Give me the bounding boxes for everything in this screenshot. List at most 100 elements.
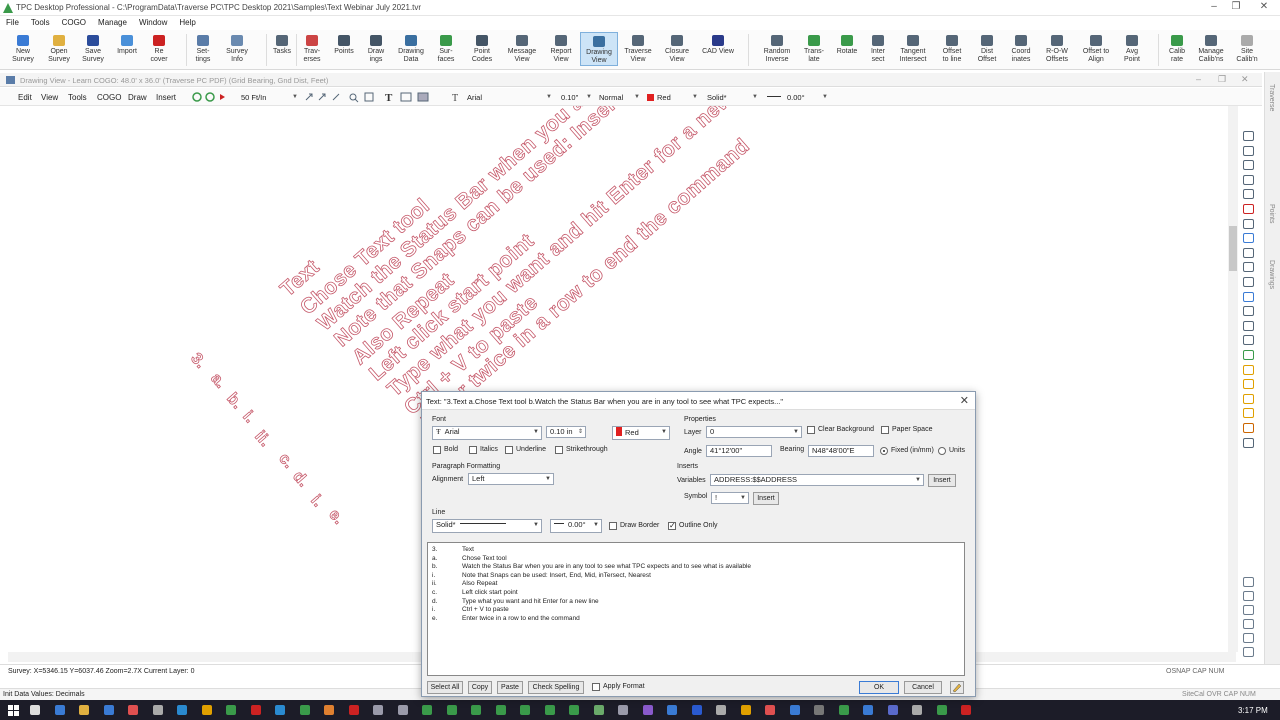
drawing-tool-icon[interactable] (1243, 423, 1254, 433)
apply-format-checkbox[interactable] (592, 683, 600, 691)
menu-manage[interactable]: Manage (92, 16, 133, 27)
variables-insert-button[interactable]: Insert (928, 474, 956, 487)
drawing-tool-icon[interactable] (1243, 277, 1254, 287)
ribbon-info-button[interactable]: Survey Info (222, 32, 252, 66)
dv-menu-tools[interactable]: Tools (68, 93, 87, 102)
snap-tool-icon[interactable] (1243, 619, 1254, 629)
ribbon-save-button[interactable]: Save Survey (78, 32, 108, 66)
taskbar-app-icon[interactable] (716, 705, 726, 715)
menu-file[interactable]: File (0, 16, 25, 27)
windows-start-icon[interactable] (8, 705, 19, 716)
ribbon-points-button[interactable]: Points (330, 32, 358, 66)
dv-menu-draw[interactable]: Draw (128, 93, 147, 102)
scale-select[interactable]: 50 Ft/In ▼ (238, 92, 300, 103)
vertical-scrollbar[interactable] (1228, 106, 1238, 652)
clear-background-checkbox[interactable] (807, 426, 815, 434)
symbol-insert-button[interactable]: Insert (753, 492, 779, 505)
drawing-tool-icon[interactable] (1243, 131, 1254, 141)
drawing-tool-icon[interactable] (1243, 335, 1254, 346)
ribbon-avg-point-button[interactable]: Avg Point (1118, 32, 1146, 66)
ribbon-traverse-view-button[interactable]: Traverse View (622, 32, 654, 66)
ribbon-site-calib-button[interactable]: Site Calib'n (1234, 32, 1260, 66)
menu-cogo[interactable]: COGO (56, 16, 92, 27)
ribbon-tasks-button[interactable]: Tasks (270, 32, 294, 66)
drawing-tool-icon[interactable] (1243, 233, 1254, 244)
ribbon-closure-view-button[interactable]: Closure View (660, 32, 694, 66)
ribbon-new-survey-button[interactable]: New Survey (6, 32, 40, 66)
ribbon-point-codes-button[interactable]: Point Codes (466, 32, 498, 66)
taskbar-app-icon[interactable] (495, 705, 506, 715)
taskbar-app-icon[interactable] (446, 705, 457, 715)
ribbon-drawing-data-button[interactable]: Drawing Data (394, 32, 428, 66)
dialog-close-icon[interactable]: ✕ (960, 394, 969, 407)
variables-select[interactable]: ADDRESS:$$ADDRESS ▼ (710, 474, 924, 486)
taskbar-app-icon[interactable] (618, 705, 628, 715)
ribbon-offset-align-button[interactable]: Offset to Align (1078, 32, 1114, 66)
ribbon-drawing-view-button[interactable]: Drawing View (580, 32, 618, 66)
taskbar-app-icon[interactable] (348, 705, 359, 715)
dv-menu-edit[interactable]: Edit (18, 93, 32, 102)
ribbon-traverses-button[interactable]: Trav- erses (298, 32, 326, 66)
dialog-line-angle-select[interactable]: 0.00° ▼ (550, 519, 602, 533)
canvas-numbering-label[interactable]: e. (324, 506, 348, 529)
drawing-tool-icon[interactable] (1243, 174, 1254, 185)
taskbar-app-icon[interactable] (103, 705, 114, 715)
drawing-tool-icon[interactable] (1243, 437, 1254, 448)
pencil-icon[interactable] (950, 681, 964, 694)
taskbar-app-icon[interactable] (691, 705, 702, 715)
ribbon-report-button[interactable]: Report View (546, 32, 576, 66)
taskbar-app-icon[interactable] (54, 705, 65, 715)
ribbon-tangent-intersect-button[interactable]: Tangent Intersect (896, 32, 930, 66)
dialog-title-bar[interactable]: Text: "3.Text a.Chose Text tool b.Watch … (422, 392, 975, 410)
restore-icon[interactable]: ❐ (1228, 1, 1244, 12)
taskbar-app-icon[interactable] (152, 705, 163, 715)
taskbar-app-icon[interactable] (520, 705, 530, 715)
taskbar-app-icon[interactable] (667, 705, 677, 715)
taskbar-app-icon[interactable] (863, 705, 873, 715)
bold-checkbox[interactable] (433, 446, 441, 454)
drawing-tool-icon[interactable] (1243, 379, 1254, 390)
taskbar-app-icon[interactable] (397, 705, 408, 715)
ribbon-import-button[interactable]: Import (112, 32, 142, 66)
canvas-numbering-label[interactable]: d. (288, 468, 313, 491)
drawing-tool-icon[interactable] (1243, 408, 1254, 419)
linetype-select[interactable]: Solid* ▼ (704, 92, 760, 103)
layer-select[interactable]: 0 ▼ (706, 426, 802, 438)
strikethrough-checkbox[interactable] (555, 446, 563, 454)
taskbar-app-icon[interactable] (275, 705, 285, 715)
drawing-tool-icon[interactable] (1243, 204, 1254, 214)
drawing-tool-icon[interactable] (1243, 218, 1254, 229)
drawing-tool-icon[interactable] (1243, 306, 1254, 317)
snap-tool-icon[interactable] (1243, 577, 1254, 587)
snap-tool-icon[interactable] (1243, 633, 1254, 643)
menu-help[interactable]: Help (173, 16, 201, 27)
dock-tab-points[interactable]: Points (1268, 204, 1275, 223)
taskbar-app-icon[interactable] (569, 705, 579, 715)
taskbar-app-icon[interactable] (201, 705, 212, 715)
dv-close-icon[interactable]: ✕ (1241, 74, 1249, 85)
menu-tools[interactable]: Tools (25, 16, 56, 27)
close-icon[interactable]: ✕ (1256, 1, 1272, 12)
dialog-font-select[interactable]: Ŧ Arial ▼ (432, 426, 542, 440)
select-all-button[interactable]: Select All (427, 681, 463, 694)
dv-menu-cogo[interactable]: COGO (97, 93, 121, 102)
paper-space-checkbox[interactable] (881, 426, 889, 434)
dv-menu-insert[interactable]: Insert (156, 93, 176, 102)
drawing-tool-icon[interactable] (1243, 262, 1254, 273)
taskbar-app-icon[interactable] (936, 705, 947, 715)
taskbar-app-icon[interactable] (544, 705, 555, 715)
taskbar-app-icon[interactable] (177, 705, 187, 715)
ribbon-drawings-button[interactable]: Draw ings (362, 32, 390, 66)
units-radio[interactable] (938, 447, 946, 455)
drawing-tool-icon[interactable] (1243, 145, 1254, 156)
paste-button[interactable]: Paste (497, 681, 523, 694)
canvas-numbering-label[interactable]: a. (206, 370, 230, 393)
cancel-button[interactable]: Cancel (904, 681, 942, 694)
taskbar-app-icon[interactable] (128, 705, 138, 715)
outline-only-checkbox[interactable] (668, 521, 676, 530)
drawing-tool-icon[interactable] (1243, 350, 1254, 360)
drawing-tool-icon[interactable] (1243, 291, 1254, 302)
drawing-tool-icon[interactable] (1243, 364, 1254, 375)
canvas-numbering-label[interactable]: 3. (186, 350, 210, 373)
taskbar-app-icon[interactable] (887, 705, 898, 715)
